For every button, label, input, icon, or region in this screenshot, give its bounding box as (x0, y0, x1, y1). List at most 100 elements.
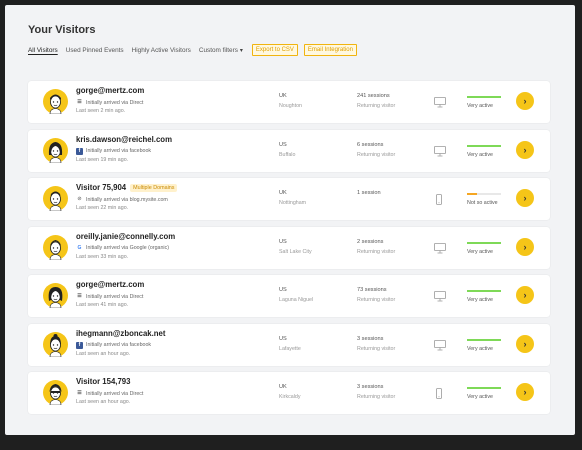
open-visitor-button[interactable]: › (516, 140, 534, 159)
visitor-card[interactable]: gorge@mertz.com ☰ Initially arrived via Di… (28, 275, 550, 317)
chevron-right-icon: › (523, 387, 527, 397)
visitor-type: Returning visitor (357, 345, 396, 352)
avatar (43, 89, 68, 114)
city: Kirkcaldy (279, 394, 301, 400)
visitor-name[interactable]: gorge@mertz.com (76, 86, 144, 95)
open-visitor-button[interactable]: › (516, 286, 534, 304)
chevron-right-icon: › (523, 96, 527, 106)
export-csv-button[interactable]: Export to CSV (251, 44, 298, 56)
activity-bar-fill (467, 241, 501, 244)
visitor-name-row: ihegmann@zboncak.net (76, 329, 165, 338)
visitor-name[interactable]: ihegmann@zboncak.net (76, 329, 165, 338)
activity-bar (467, 96, 501, 98)
avatar (43, 186, 68, 211)
visitor-name[interactable]: kris.dawson@reichel.com (76, 135, 172, 144)
arrival-text: Initially arrived via Google (organic) (86, 245, 170, 251)
last-seen: Last seen 33 min ago. (76, 253, 129, 260)
chevron-right-icon: › (523, 144, 527, 155)
activity-bar (467, 290, 501, 292)
desktop-icon (434, 289, 446, 307)
visitor-card[interactable]: Visitor 154,793 ☰ Initially arrived via Di… (28, 372, 550, 414)
city: Salt Lake City (279, 248, 312, 255)
avatar (43, 137, 68, 163)
city: Lafayette (279, 345, 301, 352)
arrival-source: ☰ Initially arrived via Direct (76, 390, 143, 397)
city: Laguna Niguel (279, 297, 314, 303)
chevron-right-icon: › (523, 193, 527, 203)
session-count: 6 sessions (357, 141, 384, 148)
visitor-card[interactable]: ihegmann@zboncak.net f Initially arrived v… (28, 323, 550, 366)
last-seen: Last seen 41 min ago. (76, 302, 129, 308)
tab-used-pinned-events[interactable]: Used Pinned Events (66, 47, 124, 54)
activity-bar-fill (467, 387, 501, 389)
facebook-icon: f (76, 147, 83, 155)
email-integration-button[interactable]: Email Integration (303, 44, 357, 56)
arrival-source: G Initially arrived via Google (organic) (76, 245, 169, 252)
last-seen: Last seen 2 min ago. (76, 108, 126, 114)
chevron-right-icon: › (523, 241, 527, 252)
chevron-right-icon: › (523, 290, 527, 300)
activity-label: Very active (467, 248, 493, 255)
visitor-type: Returning visitor (357, 103, 396, 109)
desktop-icon (434, 241, 446, 259)
session-count: 241 sessions (357, 93, 390, 99)
open-visitor-button[interactable]: › (516, 237, 534, 256)
activity-bar-fill (467, 193, 478, 195)
session-count: 73 sessions (357, 287, 387, 293)
visitor-card[interactable]: kris.dawson@reichel.com f Initially arrive… (28, 129, 550, 172)
custom-filters-dropdown[interactable]: Custom filters ▾ (199, 47, 243, 54)
activity-label: Very active (467, 345, 493, 352)
open-visitor-button[interactable]: › (516, 383, 534, 401)
visitor-name[interactable]: Visitor 154,793 (76, 377, 130, 386)
visitor-card[interactable]: gorge@mertz.com ☰ Initially arrived via Di… (28, 81, 550, 123)
uk-flag (262, 192, 271, 198)
visitor-name[interactable]: oreilly.janie@connelly.com (76, 232, 175, 241)
arrival-source: f Initially arrived via facebook (76, 147, 152, 155)
direct-icon: ☰ (77, 293, 82, 299)
activity-bar (467, 387, 501, 389)
visitor-name[interactable]: Visitor 75,904 (76, 183, 126, 192)
app-frame: Your Visitors All Visitors Used Pinned E… (5, 5, 575, 435)
tab-highly-active-visitors[interactable]: Highly Active Visitors (132, 47, 191, 54)
arrival-source: ☰ Initially arrived via Direct (76, 99, 143, 106)
session-count: 1 session (357, 190, 381, 196)
desktop-icon (434, 95, 446, 113)
city: Nottingham (279, 200, 307, 206)
country: US (279, 287, 287, 293)
activity-label: Very active (467, 103, 493, 109)
link-icon: ⊘ (77, 196, 82, 202)
country: UK (279, 190, 287, 196)
activity-bar-fill (467, 338, 501, 341)
us-flag (262, 241, 271, 247)
avatar (43, 283, 68, 308)
open-visitor-button[interactable]: › (516, 92, 534, 110)
activity-label: Not so active (467, 200, 498, 206)
us-flag (262, 338, 271, 344)
visitor-type: Returning visitor (357, 394, 396, 400)
avatar (43, 331, 68, 357)
facebook-icon: f (76, 341, 83, 349)
activity-bar (467, 338, 501, 341)
activity-bar-fill (467, 290, 501, 292)
activity-bar (467, 241, 501, 244)
arrival-text: Initially arrived via facebook (86, 148, 152, 154)
uk-flag (262, 95, 271, 101)
visitor-name-row: gorge@mertz.com (76, 86, 144, 95)
visitor-card[interactable]: Visitor 75,904 Multiple Domains ⊘ Initially… (28, 178, 550, 220)
open-visitor-button[interactable]: › (516, 189, 534, 207)
session-count: 2 sessions (357, 238, 384, 245)
city: Noughton (279, 103, 302, 109)
visitor-name-row: Visitor 75,904 Multiple Domains (76, 183, 178, 192)
visitor-type: Returning visitor (357, 297, 396, 303)
city: Buffalo (279, 151, 296, 158)
visitor-name-row: gorge@mertz.com (76, 280, 144, 289)
chevron-down-icon: ▾ (239, 47, 243, 54)
visitor-card[interactable]: oreilly.janie@connelly.com G Initially arr… (28, 226, 550, 269)
open-visitor-button[interactable]: › (516, 334, 534, 353)
visitor-name-row: oreilly.janie@connelly.com (76, 232, 175, 241)
us-flag (262, 144, 271, 150)
last-seen: Last seen 19 min ago. (76, 156, 129, 163)
arrival-text: Initially arrived via blog.mysite.com (86, 196, 168, 203)
tab-all-visitors[interactable]: All Visitors (28, 47, 58, 54)
visitor-name[interactable]: gorge@mertz.com (76, 280, 144, 289)
